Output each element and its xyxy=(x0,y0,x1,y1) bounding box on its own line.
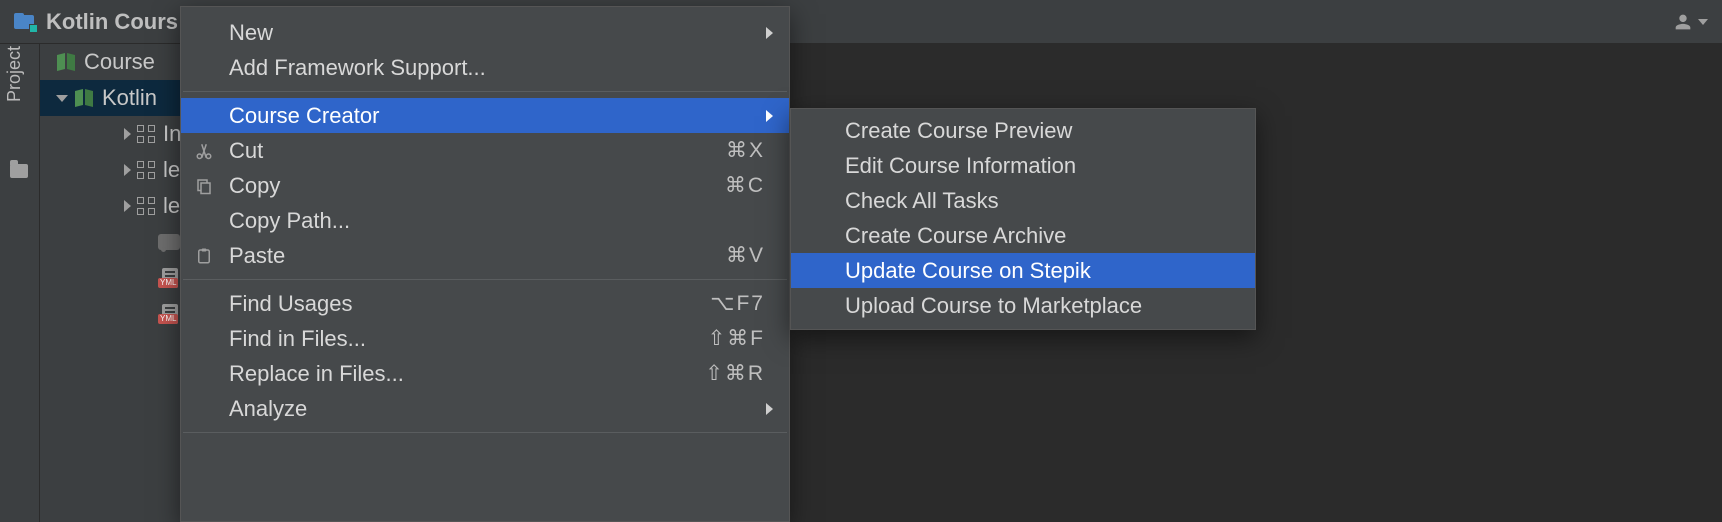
tree-label: Course xyxy=(84,49,155,75)
chevron-down-icon[interactable] xyxy=(56,95,68,102)
submenu-arrow-icon xyxy=(766,403,773,415)
menu-item-upload-marketplace[interactable]: Upload Course to Marketplace xyxy=(791,288,1255,323)
menu-label: New xyxy=(229,20,273,46)
menu-item-find-in-files[interactable]: Find in Files... ⇧⌘F xyxy=(181,321,789,356)
menu-item-copy-path[interactable]: Copy Path... xyxy=(181,203,789,238)
paste-icon xyxy=(195,245,217,267)
menu-shortcut: ⌘C xyxy=(725,173,765,198)
menu-shortcut: ⌘V xyxy=(726,243,765,268)
menu-item-find-usages[interactable]: Find Usages ⌥F7 xyxy=(181,286,789,321)
menu-item-cut[interactable]: Cut ⌘X xyxy=(181,133,789,168)
menu-shortcut: ⌘X xyxy=(726,138,765,163)
context-menu[interactable]: New Add Framework Support... Course Crea… xyxy=(180,6,790,522)
course-creator-submenu[interactable]: Create Course Preview Edit Course Inform… xyxy=(790,108,1256,330)
menu-item-course-creator[interactable]: Course Creator xyxy=(181,98,789,133)
yaml-icon: YML xyxy=(158,304,180,324)
yaml-icon: YML xyxy=(158,268,180,288)
gradle-icon xyxy=(158,234,180,250)
module-icon xyxy=(137,125,155,143)
menu-item-edit-info[interactable]: Edit Course Information xyxy=(791,148,1255,183)
menu-item-create-preview[interactable]: Create Course Preview xyxy=(791,113,1255,148)
menu-item-create-archive[interactable]: Create Course Archive xyxy=(791,218,1255,253)
menu-item-replace-in-files[interactable]: Replace in Files... ⇧⌘R xyxy=(181,356,789,391)
copy-icon xyxy=(195,175,217,197)
module-icon xyxy=(137,197,155,215)
menu-label: Find in Files... xyxy=(229,326,366,352)
menu-label: Course Creator xyxy=(229,103,379,129)
menu-item-copy[interactable]: Copy ⌘C xyxy=(181,168,789,203)
menu-shortcut: ⌥F7 xyxy=(710,291,765,316)
course-icon xyxy=(74,88,94,108)
account-button[interactable] xyxy=(1672,0,1708,44)
menu-item-add-framework[interactable]: Add Framework Support... xyxy=(181,50,789,85)
breadcrumb-title: Kotlin Cours xyxy=(46,9,178,35)
menu-separator xyxy=(183,279,787,280)
module-icon xyxy=(137,161,155,179)
tree-label: Kotlin xyxy=(102,85,157,111)
menu-separator xyxy=(183,91,787,92)
menu-item-paste[interactable]: Paste ⌘V xyxy=(181,238,789,273)
menu-item-update-stepik[interactable]: Update Course on Stepik xyxy=(791,253,1255,288)
submenu-arrow-icon xyxy=(766,110,773,122)
menu-label: Upload Course to Marketplace xyxy=(845,293,1142,319)
menu-separator xyxy=(183,432,787,433)
chevron-right-icon[interactable] xyxy=(124,200,131,212)
menu-label: Analyze xyxy=(229,396,307,422)
menu-label: Copy Path... xyxy=(229,208,350,234)
dropdown-caret-icon xyxy=(1698,19,1708,25)
menu-label: Copy xyxy=(229,173,280,199)
menu-shortcut: ⇧⌘F xyxy=(708,326,765,351)
menu-label: Edit Course Information xyxy=(845,153,1076,179)
menu-label: Cut xyxy=(229,138,263,164)
menu-label: Check All Tasks xyxy=(845,188,999,214)
chevron-right-icon[interactable] xyxy=(124,128,131,140)
menu-label: Create Course Archive xyxy=(845,223,1066,249)
toolwindow-gutter: Project xyxy=(0,44,40,522)
project-toolwindow-tab[interactable]: Project xyxy=(4,34,25,114)
menu-label: Find Usages xyxy=(229,291,353,317)
menu-label: Paste xyxy=(229,243,285,269)
course-icon xyxy=(56,52,76,72)
menu-label: Update Course on Stepik xyxy=(845,258,1091,284)
menu-item-check-tasks[interactable]: Check All Tasks xyxy=(791,183,1255,218)
menu-item-analyze[interactable]: Analyze xyxy=(181,391,789,426)
menu-label: Add Framework Support... xyxy=(229,55,486,81)
chevron-right-icon[interactable] xyxy=(124,164,131,176)
submenu-arrow-icon xyxy=(766,27,773,39)
project-folder-icon xyxy=(14,13,36,31)
menu-shortcut: ⇧⌘R xyxy=(705,361,765,386)
cut-icon xyxy=(195,140,217,162)
menu-label: Replace in Files... xyxy=(229,361,404,387)
folder-icon[interactable] xyxy=(10,164,28,178)
menu-item-new[interactable]: New xyxy=(181,15,789,50)
menu-label: Create Course Preview xyxy=(845,118,1072,144)
user-icon xyxy=(1672,11,1694,33)
